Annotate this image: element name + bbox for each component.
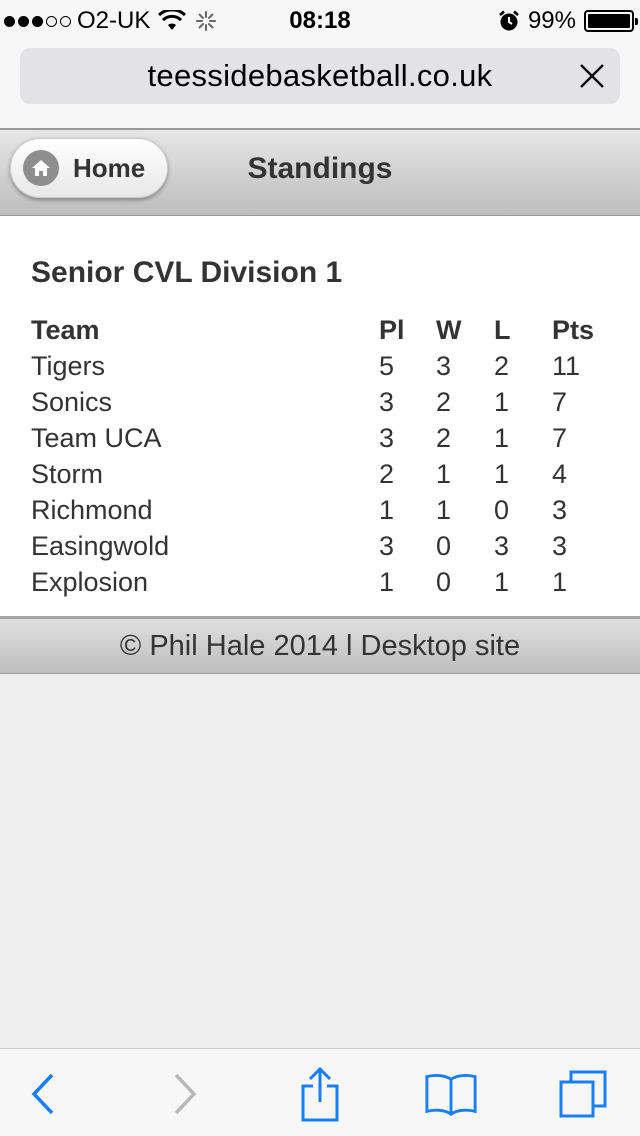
points-cell: 7 [552, 386, 568, 417]
forward-button[interactable] [158, 1067, 212, 1121]
points-cell: 3 [552, 530, 568, 561]
table-row: Easingwold 3 0 3 3 [31, 528, 612, 564]
won-cell: 0 [436, 530, 452, 561]
won-cell: 1 [436, 494, 452, 525]
standings-content: Senior CVL Division 1 Team Pl W L Pts Ti… [0, 216, 640, 616]
forward-icon [174, 1073, 197, 1115]
page-footer[interactable]: © Phil Hale 2014 l Desktop site [0, 616, 640, 674]
played-cell: 1 [379, 494, 395, 525]
lost-cell: 2 [494, 350, 510, 381]
won-cell: 3 [436, 350, 452, 381]
column-header-team: Team [31, 314, 100, 345]
lost-cell: 3 [494, 530, 510, 561]
share-icon [301, 1066, 339, 1122]
points-cell: 11 [552, 350, 581, 381]
bookmarks-icon [425, 1073, 477, 1117]
table-header-row: Team Pl W L Pts [31, 312, 612, 348]
url-text: teessidebasketball.co.uk [147, 58, 493, 93]
lost-cell: 0 [494, 494, 510, 525]
tabs-button[interactable] [556, 1067, 610, 1121]
division-title: Senior CVL Division 1 [31, 256, 343, 289]
lost-cell: 1 [494, 422, 510, 453]
back-button[interactable] [16, 1067, 70, 1121]
won-cell: 1 [436, 458, 452, 489]
table-row: Storm 2 1 1 4 [31, 456, 612, 492]
standings-table: Team Pl W L Pts Tigers 5 3 2 11 Sonics 3… [31, 312, 612, 600]
page-title: Standings [247, 152, 393, 185]
table-row: Explosion 1 0 1 1 [31, 564, 612, 600]
played-cell: 5 [379, 350, 395, 381]
team-name: Sonics [31, 386, 113, 417]
points-cell: 1 [552, 566, 568, 597]
team-name: Easingwold [31, 530, 170, 561]
played-cell: 2 [379, 458, 395, 489]
browser-toolbar [0, 1048, 640, 1136]
share-button[interactable] [293, 1066, 347, 1122]
back-icon [31, 1073, 54, 1115]
table-row: Tigers 5 3 2 11 [31, 348, 612, 384]
team-name: Richmond [31, 494, 153, 525]
page-header: Home Standings [0, 128, 640, 216]
won-cell: 0 [436, 566, 452, 597]
points-cell: 4 [552, 458, 568, 489]
column-header-won: W [436, 314, 462, 345]
close-icon[interactable] [578, 62, 606, 90]
browser-address-area: teessidebasketball.co.uk [0, 40, 640, 128]
team-name: Explosion [31, 566, 149, 597]
played-cell: 3 [379, 530, 395, 561]
battery-level-fill [588, 14, 630, 28]
points-cell: 7 [552, 422, 568, 453]
table-row: Richmond 1 1 0 3 [31, 492, 612, 528]
played-cell: 3 [379, 386, 395, 417]
team-name: Team UCA [31, 422, 162, 453]
table-row: Sonics 3 2 1 7 [31, 384, 612, 420]
lost-cell: 1 [494, 566, 510, 597]
won-cell: 2 [436, 422, 452, 453]
address-bar[interactable]: teessidebasketball.co.uk [20, 48, 620, 104]
battery-icon [584, 10, 638, 32]
column-header-points: Pts [552, 314, 595, 345]
played-cell: 1 [379, 566, 395, 597]
column-header-lost: L [494, 314, 511, 345]
played-cell: 3 [379, 422, 395, 453]
team-name: Storm [31, 458, 104, 489]
column-header-played: Pl [379, 314, 405, 345]
table-row: Team UCA 3 2 1 7 [31, 420, 612, 456]
battery-percent: 99% [527, 7, 576, 34]
tabs-icon [559, 1070, 607, 1118]
team-name: Tigers [31, 350, 106, 381]
status-bar: O2-UK 08:18 99% [0, 0, 640, 40]
points-cell: 3 [552, 494, 568, 525]
alarm-icon [499, 10, 519, 31]
status-right: 99% [498, 7, 638, 35]
lost-cell: 1 [494, 386, 510, 417]
won-cell: 2 [436, 386, 452, 417]
bookmarks-button[interactable] [424, 1067, 478, 1121]
lost-cell: 1 [494, 458, 510, 489]
